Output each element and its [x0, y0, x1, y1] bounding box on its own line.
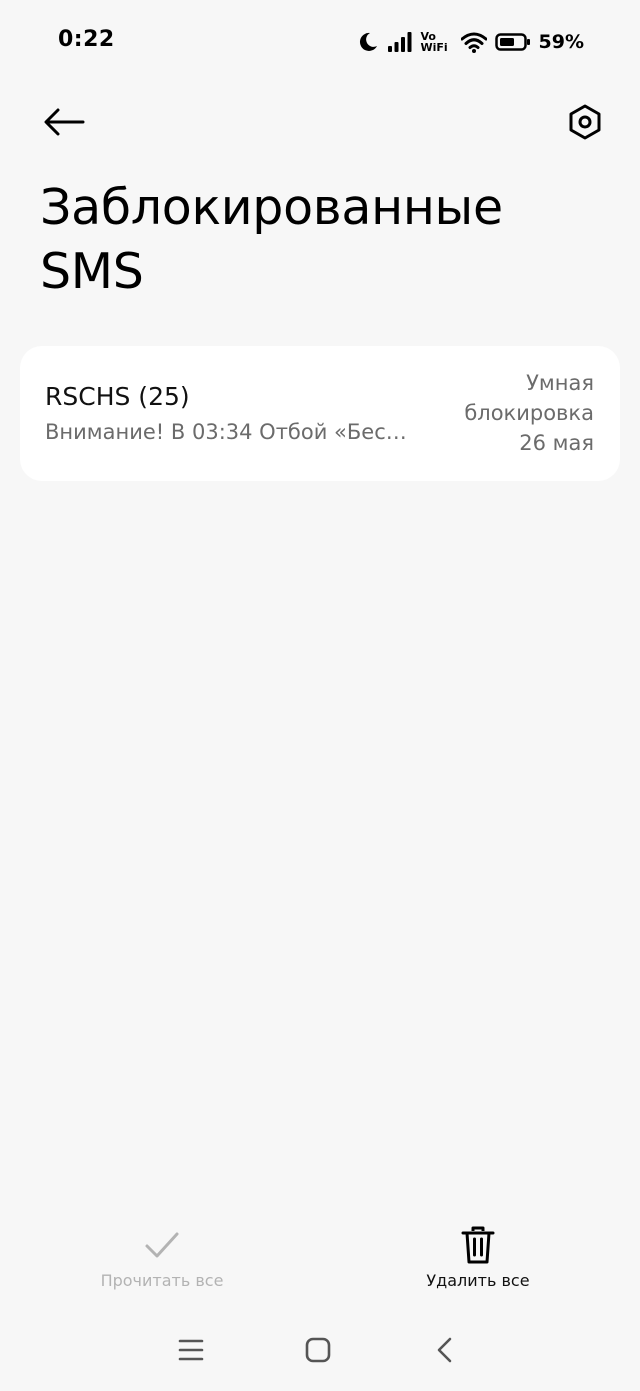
status-bar: 0:22 Vo WiFi 59%	[0, 0, 640, 80]
nav-home-button[interactable]	[298, 1332, 338, 1368]
nav-back-button[interactable]	[425, 1332, 465, 1368]
checkmark-icon	[145, 1232, 179, 1258]
sms-meta: Умная блокировка 26 мая	[434, 368, 594, 458]
signal-icon	[387, 32, 412, 52]
wifi-icon	[460, 32, 487, 53]
settings-button[interactable]	[560, 98, 610, 146]
blocked-sms-item[interactable]: RSCHS (25) Внимание! В 03:34 Отбой «Бес……	[20, 346, 620, 481]
delete-all-button[interactable]: Удалить все	[378, 1225, 578, 1305]
page-title: Заблокированные SMS	[40, 179, 503, 300]
sms-date: 26 мая	[519, 431, 594, 455]
bottom-actions: Прочитать все Удалить все	[0, 1225, 640, 1305]
status-time: 0:22	[58, 27, 115, 52]
arrow-left-icon	[44, 108, 85, 136]
battery-icon	[494, 33, 530, 51]
vowifi-icon: Vo WiFi	[421, 31, 453, 53]
sms-block-type: Умная блокировка	[464, 371, 594, 425]
home-square-icon	[305, 1337, 331, 1363]
chevron-left-icon	[437, 1337, 452, 1363]
menu-icon	[178, 1339, 204, 1361]
top-bar	[0, 90, 640, 154]
trash-icon	[461, 1226, 495, 1264]
system-nav-bar	[0, 1320, 640, 1380]
read-all-label: Прочитать все	[100, 1271, 224, 1290]
sms-sender: RSCHS (25)	[45, 382, 190, 411]
moon-icon	[359, 32, 377, 51]
battery-percent: 59%	[538, 31, 584, 53]
sms-preview: Внимание! В 03:34 Отбой «Бес…	[45, 420, 407, 444]
nav-recents-button[interactable]	[171, 1332, 211, 1368]
back-button[interactable]	[36, 100, 92, 144]
delete-all-label: Удалить все	[426, 1271, 530, 1290]
vowifi-bottom: WiFi	[420, 41, 448, 54]
status-icons: Vo WiFi 59%	[357, 28, 584, 56]
read-all-button[interactable]: Прочитать все	[62, 1225, 262, 1305]
settings-icon	[569, 104, 601, 140]
